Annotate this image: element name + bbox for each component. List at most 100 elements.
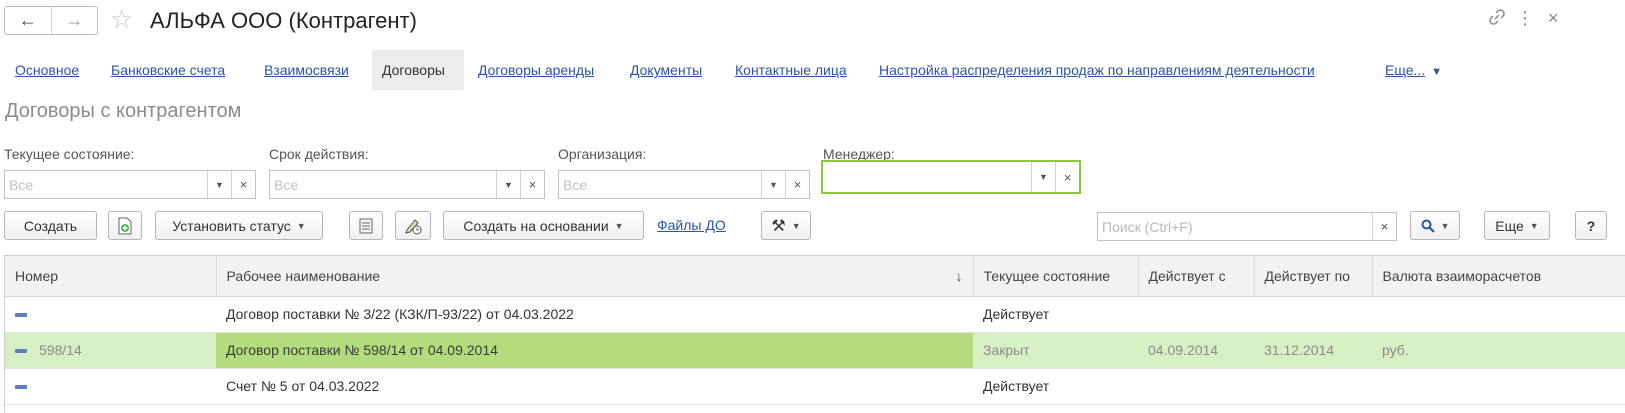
link-icon[interactable] <box>1488 8 1506 31</box>
col-from-label: Действует с <box>1148 267 1226 284</box>
forward-button[interactable]: → <box>50 7 98 34</box>
close-icon[interactable]: × <box>1548 8 1559 29</box>
chevron-down-icon: ▼ <box>1440 220 1450 231</box>
table-row[interactable]: Договор поставки № 3/22 (КЗК/П-93/22) от… <box>5 296 1625 333</box>
edit-status-button[interactable] <box>395 211 431 240</box>
pen-clock-icon <box>405 218 422 234</box>
create-based-on-button[interactable]: Создать на основании ▼ <box>443 211 644 240</box>
more-vertical-icon[interactable]: ⋮ <box>1516 8 1534 29</box>
cell-status: Действует <box>973 368 1138 405</box>
org-filter-label: Организация: <box>558 146 647 162</box>
org-filter: ▼ × <box>558 170 810 199</box>
cell-to: 31.12.2014 <box>1254 332 1372 369</box>
tab-documents[interactable]: Документы <box>630 50 702 90</box>
term-filter-input[interactable] <box>270 171 496 198</box>
term-filter-label: Срок действия: <box>269 146 369 162</box>
link-icon-graphic <box>1489 9 1505 25</box>
help-icon: ? <box>1586 217 1596 234</box>
tab-main[interactable]: Основное <box>15 50 79 90</box>
manager-filter-input[interactable] <box>823 162 1031 192</box>
back-button[interactable]: ← <box>5 7 51 34</box>
contract-icon <box>15 349 27 354</box>
chevron-down-icon[interactable]: ▼ <box>761 171 785 198</box>
create-button-label: Создать <box>23 217 78 234</box>
contract-icon <box>15 313 27 318</box>
tools-icon: ⚒ <box>771 217 786 235</box>
chevron-down-icon[interactable]: ▼ <box>496 171 520 198</box>
cell-from: 04.09.2014 <box>1138 332 1254 369</box>
chevron-down-icon[interactable]: ▼ <box>1031 162 1055 192</box>
table-row-selected[interactable]: 598/14 Договор поставки № 598/14 от 04.0… <box>5 332 1625 369</box>
chevron-down-icon: ▼ <box>1529 220 1539 231</box>
clear-icon[interactable]: × <box>1055 162 1079 192</box>
more-button-label: Еще <box>1495 217 1524 234</box>
status-filter-label: Текущее состояние: <box>4 146 135 162</box>
table-header-row: Номер Рабочее наименование ↓ Текущее сост… <box>5 256 1625 297</box>
set-status-label: Установить статус <box>172 217 291 234</box>
search-box: × <box>1097 212 1397 241</box>
chevron-down-icon: ▼ <box>614 220 624 231</box>
tab-contacts[interactable]: Контактные лица <box>735 50 847 90</box>
set-status-button[interactable]: Установить статус ▼ <box>155 211 323 240</box>
tab-sales-distribution[interactable]: Настройка распределения продаж по направ… <box>879 50 1315 90</box>
chevron-down-icon[interactable]: ▼ <box>207 171 231 198</box>
col-status[interactable]: Текущее состояние <box>973 256 1139 297</box>
list-icon <box>359 218 373 233</box>
cell-status: Закрыт <box>973 332 1138 369</box>
search-button[interactable]: ▼ <box>1410 211 1460 240</box>
clear-icon[interactable]: × <box>1372 213 1396 240</box>
cell-to <box>1254 368 1372 405</box>
create-button[interactable]: Создать <box>4 211 97 240</box>
col-from[interactable]: Действует с <box>1138 256 1255 297</box>
window-title: АЛЬФА ООО (Контрагент) <box>150 8 417 33</box>
cell-to <box>1254 296 1372 333</box>
tab-more[interactable]: Еще... ▼ <box>1385 50 1442 90</box>
clear-icon[interactable]: × <box>785 171 809 198</box>
favorite-star-icon[interactable]: ☆ <box>110 4 133 34</box>
col-name[interactable]: Рабочее наименование ↓ <box>216 256 974 297</box>
help-button[interactable]: ? <box>1575 211 1607 240</box>
status-filter-input[interactable] <box>5 171 207 198</box>
more-button[interactable]: Еще ▼ <box>1484 211 1550 240</box>
table-row[interactable]: Счет № 5 от 04.03.2022 Действует <box>5 368 1625 405</box>
cell-number: 598/14 <box>5 332 216 369</box>
cell-status: Действует <box>973 296 1138 333</box>
clear-icon[interactable]: × <box>520 171 544 198</box>
contracts-table: Номер Рабочее наименование ↓ Текущее сост… <box>4 255 1625 413</box>
list-button[interactable] <box>349 211 383 240</box>
col-to-label: Действует по <box>1264 267 1350 284</box>
tools-button[interactable]: ⚒ ▼ <box>761 211 811 240</box>
cell-currency <box>1372 368 1625 405</box>
tab-bank-accounts[interactable]: Банковские счета <box>111 50 225 90</box>
tab-lease-contracts[interactable]: Договоры аренды <box>478 50 594 90</box>
org-filter-input[interactable] <box>559 171 761 198</box>
search-input[interactable] <box>1098 213 1372 240</box>
title-bar: ← → ☆ АЛЬФА ООО (Контрагент) ⋮ × <box>0 0 1625 42</box>
col-number-label: Номер <box>15 267 59 284</box>
tab-contracts[interactable]: Договоры <box>372 50 464 90</box>
col-number[interactable]: Номер <box>5 256 217 297</box>
col-to[interactable]: Действует по <box>1254 256 1373 297</box>
nav-buttons: ← → <box>4 6 98 35</box>
create-copy-button[interactable] <box>108 211 142 240</box>
term-filter: ▼ × <box>269 170 545 199</box>
tab-more-label: Еще... <box>1385 62 1426 78</box>
clear-icon[interactable]: × <box>231 171 255 198</box>
chevron-down-icon: ▼ <box>791 220 801 231</box>
forward-arrow-icon: → <box>65 10 84 30</box>
add-document-icon <box>118 217 132 234</box>
cell-number-text: 598/14 <box>39 342 82 358</box>
status-filter: ▼ × <box>4 170 256 199</box>
sort-desc-icon: ↓ <box>955 267 963 284</box>
back-arrow-icon: ← <box>18 10 37 30</box>
contract-icon <box>15 385 27 390</box>
cell-number <box>5 296 216 333</box>
col-status-label: Текущее состояние <box>983 267 1111 284</box>
cell-currency <box>1372 296 1625 333</box>
tab-bar: Основное Банковские счета Взаимосвязи До… <box>0 50 1625 90</box>
tab-relations[interactable]: Взаимосвязи <box>264 50 349 90</box>
col-currency[interactable]: Валюта взаиморасчетов <box>1372 256 1625 297</box>
search-icon <box>1421 219 1435 233</box>
files-do-link[interactable]: Файлы ДО <box>657 211 726 240</box>
manager-filter: ▼ × <box>821 160 1081 194</box>
